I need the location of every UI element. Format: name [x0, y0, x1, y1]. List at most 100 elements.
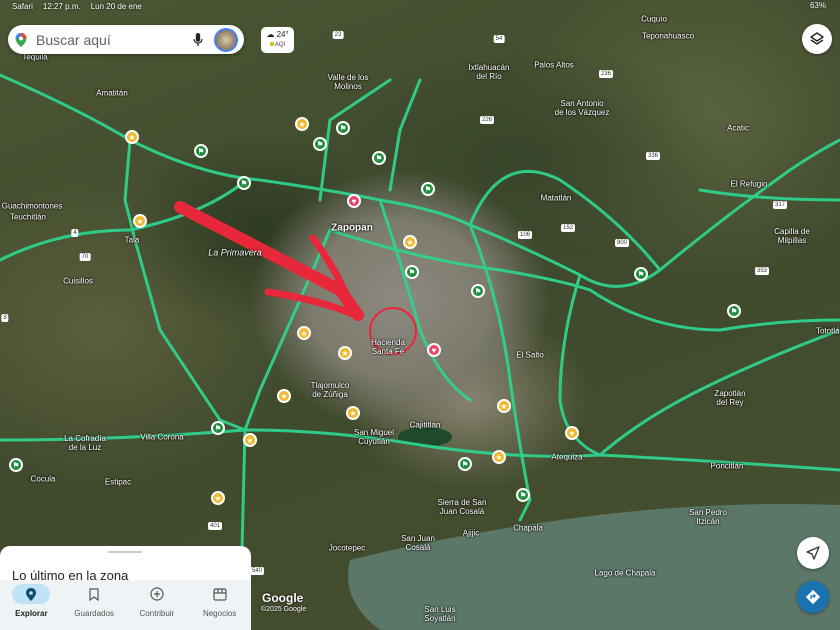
place-label[interactable]: Chapala: [513, 524, 543, 533]
my-location-button[interactable]: [797, 537, 829, 569]
add-circle-icon: [150, 587, 164, 601]
place-label[interactable]: Guachimontones: [2, 202, 62, 211]
tab-label: Contribuir: [139, 609, 175, 618]
place-label[interactable]: Estipac: [105, 478, 131, 487]
back-to-app[interactable]: Safari: [12, 2, 33, 11]
place-label[interactable]: Ajijic: [463, 529, 479, 538]
place-label[interactable]: San Antonio de los Vázquez: [555, 99, 610, 117]
layers-button[interactable]: [802, 24, 832, 54]
route-shield: 4: [71, 229, 79, 237]
flag-marker-icon[interactable]: ⚑: [9, 458, 23, 472]
star-marker-icon[interactable]: ★: [277, 389, 291, 403]
layers-icon: [810, 32, 824, 45]
google-maps-logo-icon: [15, 32, 27, 47]
place-label[interactable]: El Salto: [516, 351, 544, 360]
tab-explorar[interactable]: Explorar: [0, 580, 63, 630]
flag-marker-icon[interactable]: ⚑: [458, 457, 472, 471]
flag-marker-icon[interactable]: ⚑: [194, 144, 208, 158]
flag-marker-icon[interactable]: ⚑: [727, 304, 741, 318]
tab-negocios[interactable]: Negocios: [188, 580, 251, 630]
place-label[interactable]: San Miguel Cuyutlán: [354, 428, 394, 446]
place-label[interactable]: Atequiza: [551, 453, 582, 462]
place-label[interactable]: La Cofradía de la Luz: [64, 434, 106, 452]
place-label[interactable]: El Refugio: [731, 180, 768, 189]
sheet-drag-handle[interactable]: [108, 551, 142, 553]
place-label[interactable]: Matatlán: [541, 194, 572, 203]
directions-button[interactable]: [797, 581, 829, 613]
star-marker-icon[interactable]: ★: [497, 399, 511, 413]
star-marker-icon[interactable]: ★: [565, 426, 579, 440]
place-label[interactable]: San Pedro Itzicán: [689, 508, 727, 526]
flag-marker-icon[interactable]: ⚑: [211, 421, 225, 435]
google-logo: Google: [262, 591, 304, 605]
aqi-dot-icon: [269, 42, 274, 46]
status-time: 12:27 p.m.: [42, 2, 81, 11]
place-label[interactable]: San Juan Cosalá: [401, 534, 435, 552]
star-marker-icon[interactable]: ★: [243, 433, 257, 447]
star-marker-icon[interactable]: ★: [211, 491, 225, 505]
flag-marker-icon[interactable]: ⚑: [405, 265, 419, 279]
place-label[interactable]: Cajititlán: [410, 421, 441, 430]
place-label[interactable]: Sierra de San Juan Cosalá: [438, 498, 487, 516]
flag-marker-icon[interactable]: ⚑: [237, 176, 251, 190]
search-input[interactable]: Buscar aquí: [36, 32, 192, 48]
heart-marker-icon[interactable]: ♥: [427, 343, 441, 357]
place-label[interactable]: Acatic: [727, 124, 749, 133]
place-label[interactable]: Capilla de Milpillas: [774, 227, 810, 245]
place-label[interactable]: Villa Corona: [140, 433, 183, 442]
flag-marker-icon[interactable]: ⚑: [634, 267, 648, 281]
route-shield: 540: [249, 567, 265, 575]
place-label[interactable]: Ixtlahuacán del Río: [469, 63, 510, 81]
search-bar[interactable]: Buscar aquí: [8, 25, 244, 54]
star-marker-icon[interactable]: ★: [346, 406, 360, 420]
star-marker-icon[interactable]: ★: [125, 130, 139, 144]
star-marker-icon[interactable]: ★: [338, 346, 352, 360]
place-label[interactable]: Tlajomulco de Zúñiga: [311, 381, 350, 399]
place-label[interactable]: La Primavera: [208, 248, 262, 258]
route-shield: 236: [598, 70, 614, 78]
tab-label: Explorar: [15, 609, 48, 618]
place-label[interactable]: Amatitán: [96, 89, 128, 98]
place-label[interactable]: Teponahuasco: [642, 32, 694, 41]
place-label[interactable]: Cuisillos: [63, 277, 93, 286]
place-label[interactable]: Poncitlán: [711, 462, 744, 471]
place-label-lake[interactable]: Lago de Chapala: [595, 569, 656, 578]
flag-marker-icon[interactable]: ⚑: [336, 121, 350, 135]
microphone-icon[interactable]: [192, 32, 204, 47]
place-label[interactable]: San Luis Soyatlán: [424, 605, 455, 623]
account-avatar[interactable]: [214, 27, 238, 52]
route-shield: 70: [79, 253, 91, 261]
place-label[interactable]: Palos Altos: [534, 61, 574, 70]
place-label[interactable]: Cocula: [31, 475, 56, 484]
place-label[interactable]: Tala: [125, 236, 140, 245]
tab-label: Negocios: [202, 609, 237, 618]
star-marker-icon[interactable]: ★: [133, 214, 147, 228]
lake-chapala: [348, 504, 840, 630]
flag-marker-icon[interactable]: ⚑: [313, 137, 327, 151]
heart-marker-icon[interactable]: ♥: [347, 194, 361, 208]
place-label[interactable]: Zapotlán del Rey: [714, 389, 745, 407]
star-marker-icon[interactable]: ★: [403, 235, 417, 249]
flag-marker-icon[interactable]: ⚑: [372, 151, 386, 165]
place-label[interactable]: Cuquío: [641, 15, 667, 24]
place-label[interactable]: Tototlán: [816, 327, 840, 336]
satellite-map[interactable]: Tequila Amatitán Guachimontones Teuchitl…: [0, 0, 840, 630]
star-marker-icon[interactable]: ★: [492, 450, 506, 464]
navigation-arrow-icon: [806, 546, 820, 560]
place-label[interactable]: Teuchitlán: [10, 213, 46, 222]
star-marker-icon[interactable]: ★: [297, 326, 311, 340]
place-label[interactable]: Jocotepec: [329, 544, 365, 553]
place-label[interactable]: Hacienda Santa Fe: [371, 338, 405, 356]
status-date: Lun 20 de ene: [90, 2, 142, 11]
tab-guardados[interactable]: Guardados: [63, 580, 126, 630]
star-marker-icon[interactable]: ★: [295, 117, 309, 131]
route-shield: 800: [614, 239, 630, 247]
place-label-zapopan[interactable]: Zapopan: [331, 223, 373, 233]
bottom-nav: Explorar Guardados Contribuir Negocios: [0, 580, 251, 630]
place-label[interactable]: Valle de los Molinos: [328, 73, 369, 91]
tab-contribuir[interactable]: Contribuir: [126, 580, 189, 630]
flag-marker-icon[interactable]: ⚑: [516, 488, 530, 502]
weather-chip[interactable]: ☁ 24° AQI: [261, 27, 294, 53]
flag-marker-icon[interactable]: ⚑: [471, 284, 485, 298]
flag-marker-icon[interactable]: ⚑: [421, 182, 435, 196]
